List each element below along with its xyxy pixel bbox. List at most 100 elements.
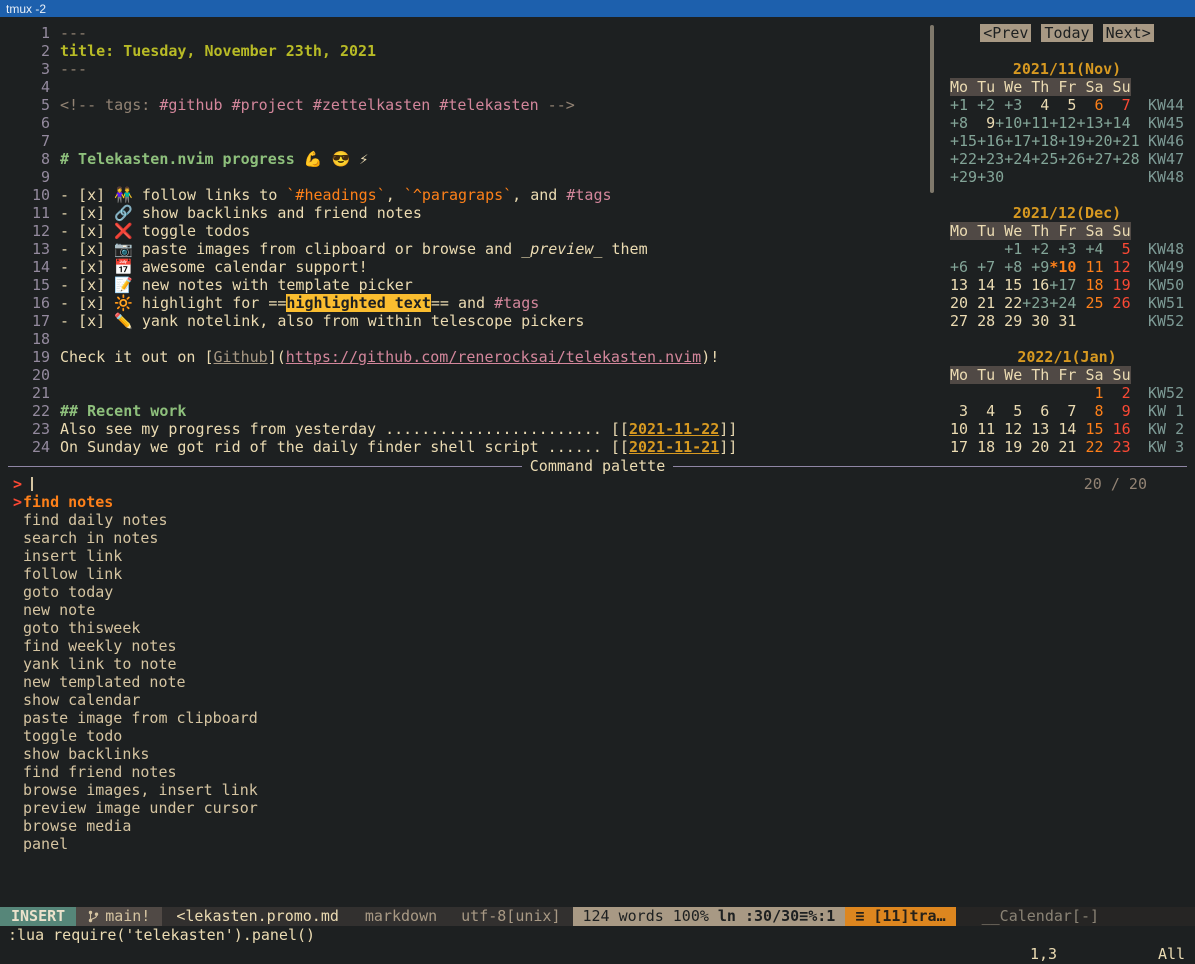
selection-caret [0,673,23,691]
line-number: 10 [8,186,50,204]
palette-item[interactable]: toggle todo [0,727,1195,745]
neovim-window: 1---2title: Tuesday, November 23th, 2021… [0,17,1195,964]
palette-item-label: browse images, insert link [23,781,258,799]
mode-indicator: INSERT [0,907,76,926]
calendar-nav-next-button[interactable]: Next> [1103,24,1154,42]
selection-caret [0,583,23,601]
line-text[interactable]: Check it out on [Github](https://github.… [60,348,719,366]
editor-line: 9 [8,168,946,186]
line-text[interactable]: <!-- tags: #github #project #zettelkaste… [60,96,575,114]
palette-item[interactable]: show backlinks [0,745,1195,763]
palette-item[interactable]: goto today [0,583,1195,601]
calendar-days[interactable]: +8 9+10+11+12+13+14 [950,114,1139,132]
palette-item[interactable]: new note [0,601,1195,619]
calendar-month-title: 2022/1(Jan) [950,348,1184,366]
statusline-left: INSERT main! <lekasten.promo.md markdown… [0,907,956,926]
line-text[interactable]: - [x] 📷 paste images from clipboard or b… [60,240,648,258]
calendar-days[interactable]: 17 18 19 20 21 22 23 [950,438,1139,456]
line-text[interactable]: - [x] 🔗 show backlinks and friend notes [60,204,422,222]
selection-caret [0,835,23,853]
palette-item[interactable]: yank link to note [0,655,1195,673]
palette-item[interactable]: panel [0,835,1195,853]
git-branch-icon [88,910,99,923]
line-text[interactable]: - [x] ✏️ yank notelink, also from within… [60,312,584,330]
palette-item-label: show calendar [23,691,140,709]
palette-item[interactable]: find weekly notes [0,637,1195,655]
calendar-days[interactable]: +29+30 [950,168,1139,186]
calendar-days[interactable]: 27 28 29 30 31 [950,312,1139,330]
editor-line: 8# Telekasten.nvim progress 💪 😎 ⚡ [8,150,946,168]
palette-item[interactable]: goto thisweek [0,619,1195,637]
line-number: 13 [8,240,50,258]
calendar-days[interactable]: 10 11 12 13 14 15 16 [950,420,1139,438]
palette-item[interactable]: find friend notes [0,763,1195,781]
palette-item[interactable]: browse images, insert link [0,781,1195,799]
selection-caret [0,637,23,655]
command-line[interactable]: :lua require('telekasten').panel() [0,926,1195,945]
line-text[interactable]: --- [60,24,87,42]
editor-line: 1--- [8,24,946,42]
palette-item[interactable]: new templated note [0,673,1195,691]
palette-item-label: panel [23,835,68,853]
selection-caret [0,511,23,529]
palette-item-label: show backlinks [23,745,149,763]
palette-item[interactable]: paste image from clipboard [0,709,1195,727]
calendar-week-number: KW48 [1148,240,1184,258]
palette-item-label: browse media [23,817,131,835]
calendar-days[interactable]: +22+23+24+25+26+27+28 [950,150,1139,168]
editor-pane[interactable]: 1---2title: Tuesday, November 23th, 2021… [0,17,946,457]
palette-item[interactable]: show calendar [0,691,1195,709]
calendar-week-row: +6 +7 +8 +9*10 11 12KW49 [950,258,1195,276]
line-number: 20 [8,366,50,384]
calendar-days[interactable]: 3 4 5 6 7 8 9 [950,402,1139,420]
calendar-days[interactable]: +1 +2 +3 4 5 6 7 [950,96,1139,114]
selection-caret [0,547,23,565]
calendar-days[interactable]: 13 14 15 16+17 18 19 [950,276,1139,294]
line-text[interactable]: - [x] 📅 awesome calendar support! [60,258,368,276]
calendar-days[interactable]: 1 2 [950,384,1139,402]
line-text[interactable]: Also see my progress from yesterday ....… [60,420,737,438]
editor-line: 7 [8,132,946,150]
line-text[interactable]: - [x] 👫 follow links to `#headings`, `^p… [60,186,612,204]
editor-scrollbar[interactable] [930,25,934,193]
line-text[interactable]: ## Recent work [60,402,186,420]
line-number: 17 [8,312,50,330]
calendar-days[interactable]: +1 +2 +3 +4 5 [950,240,1139,258]
selection-caret [0,727,23,745]
selection-caret [0,745,23,763]
line-text[interactable]: - [x] ❌ toggle todos [60,222,250,240]
palette-item-label: insert link [23,547,122,565]
line-text[interactable]: - [x] 🔆 highlight for ==highlighted text… [60,294,539,312]
calendar-days[interactable]: 20 21 22+23+24 25 26 [950,294,1139,312]
selection-caret [0,655,23,673]
calendar-week-number: KW45 [1148,114,1184,132]
calendar-nav-today-button[interactable]: Today [1041,24,1092,42]
palette-item-label: toggle todo [23,727,122,745]
palette-item[interactable]: >find notes [0,493,1195,511]
line-text[interactable]: On Sunday we got rid of the daily finder… [60,438,737,456]
line-text[interactable]: - [x] 📝 new notes with template picker [60,276,413,294]
editor-line: 18 [8,330,946,348]
palette-item[interactable]: search in notes [0,529,1195,547]
line-number: 18 [8,330,50,348]
palette-item[interactable]: preview image under cursor [0,799,1195,817]
calendar-nav-prev-button[interactable]: <Prev [980,24,1031,42]
calendar-weekday-header: Mo Tu We Th Fr Sa Su [950,366,1131,384]
line-text[interactable]: # Telekasten.nvim progress 💪 😎 ⚡ [60,150,368,168]
palette-item[interactable]: find daily notes [0,511,1195,529]
tab-indicator[interactable]: ≡ [11]tra… [845,907,955,926]
results-counter: 20 / 20 [1084,475,1147,493]
line-number: 12 [8,222,50,240]
palette-item[interactable]: browse media [0,817,1195,835]
editor-line: 13 - [x] 📷 paste images from clipboard or… [8,240,946,258]
line-text[interactable]: title: Tuesday, November 23th, 2021 [60,42,376,60]
calendar-week-number: KW52 [1148,384,1184,402]
editor-line: 14- [x] 📅 awesome calendar support! [8,258,946,276]
palette-item[interactable]: insert link [0,547,1195,565]
line-text[interactable]: --- [60,60,87,78]
calendar-days[interactable]: +6 +7 +8 +9*10 11 12 [950,258,1139,276]
palette-item-label: follow link [23,565,122,583]
calendar-days[interactable]: +15+16+17+18+19+20+21 [950,132,1139,150]
palette-prompt[interactable]: > 20 / 20 [0,475,1195,493]
palette-item[interactable]: follow link [0,565,1195,583]
